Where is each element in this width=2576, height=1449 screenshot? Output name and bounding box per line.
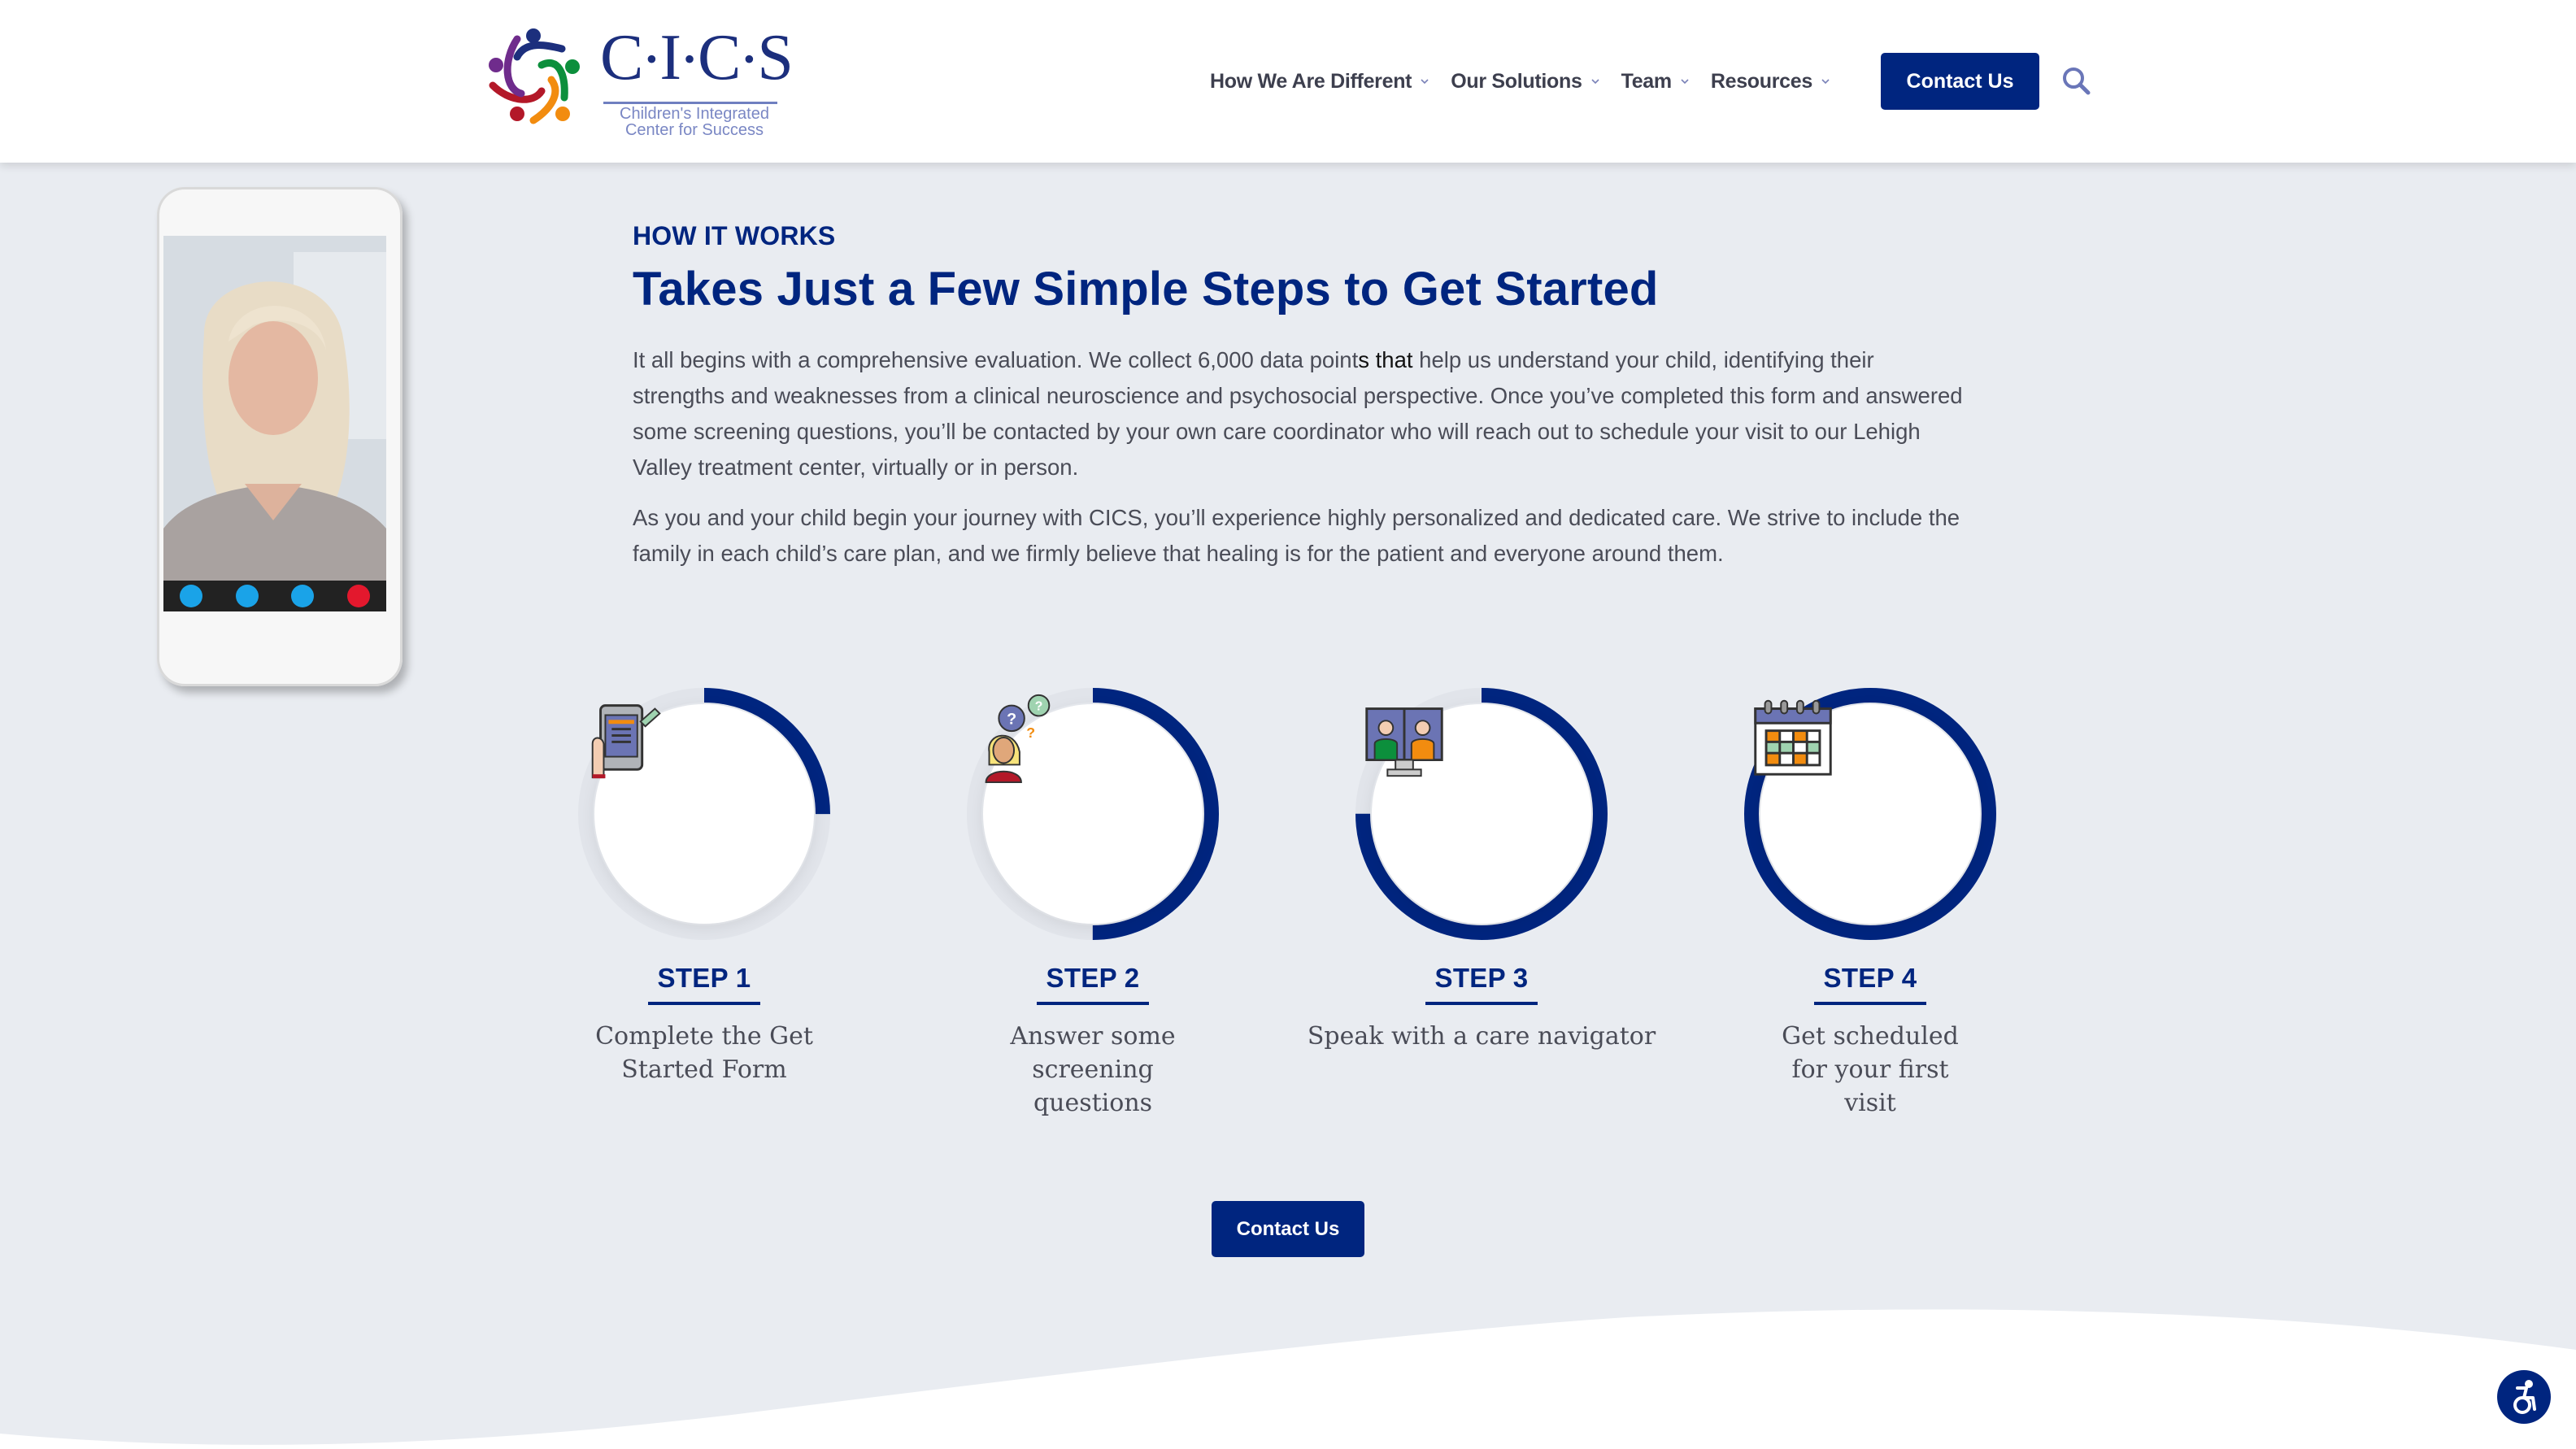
logo-wordmark: C•I•C•S	[600, 21, 794, 101]
logo-dot: •	[743, 40, 756, 77]
svg-text:?: ?	[1035, 700, 1043, 714]
video-call-monitor-icon	[1365, 707, 1443, 777]
paragraph-highlight: s that	[1358, 347, 1413, 372]
progress-ring	[1355, 688, 1608, 940]
step-label: STEP 3	[1425, 963, 1538, 1005]
step-description: Speak with a care navigator	[1307, 1022, 1656, 1051]
intro-paragraph-2: As you and your child begin your journey…	[633, 505, 1960, 566]
progress-ring: ???	[967, 688, 1219, 940]
step-description: Get scheduled for your first visit	[1782, 1022, 1959, 1117]
logo-dot: •	[646, 40, 659, 77]
progress-ring	[1744, 688, 1996, 940]
signal-icon	[235, 585, 259, 607]
step-description: Complete the Get Started Form	[595, 1022, 813, 1084]
step-label: STEP 2	[1036, 963, 1150, 1005]
step-4: STEP 4 Get scheduled for your first visi…	[1691, 688, 2049, 1120]
logo-letter: C	[600, 22, 645, 94]
main-nav: How We Are Different Our Solutions Team …	[1210, 53, 1852, 110]
chat-icon	[291, 585, 315, 607]
end-call-icon	[346, 585, 370, 607]
paragraph-text: It all begins with a comprehensive evalu…	[633, 347, 1359, 372]
step-1: STEP 1 Complete the Get Started Form	[525, 688, 883, 1086]
chevron-down-icon	[1591, 79, 1599, 85]
section-eyebrow: HOW IT WORKS	[633, 221, 836, 250]
calendar-icon	[1754, 699, 1832, 776]
logo-letter: S	[757, 22, 794, 94]
questions-person-icon: ???	[985, 694, 1051, 784]
logo-divider	[603, 102, 777, 104]
nav-item-our-solutions[interactable]: Our Solutions	[1451, 70, 1599, 94]
cics-logo[interactable]: C•I•C•S Children's Integrated Center for…	[485, 22, 794, 138]
video-icon	[180, 585, 203, 607]
contact-us-button[interactable]: Contact Us	[1212, 1201, 1364, 1257]
nav-label: Our Solutions	[1451, 69, 1582, 93]
logo-tagline: Children's Integrated Center for Success	[605, 106, 784, 138]
site-header: C•I•C•S Children's Integrated Center for…	[0, 0, 2576, 163]
logo-tagline-line: Children's Integrated	[620, 105, 769, 123]
step-2: ??? STEP 2 Answer some screening questio…	[914, 688, 1272, 1120]
logo-letter: C	[698, 22, 742, 94]
nav-label: Resources	[1710, 69, 1812, 93]
step-description: Answer some screening questions	[1010, 1022, 1176, 1117]
header-contact-button[interactable]: Contact Us	[1881, 53, 2039, 110]
phone-screen	[163, 236, 386, 611]
section-title: Takes Just a Few Simple Steps to Get Sta…	[633, 263, 1659, 315]
intro-paragraph-1: It all begins with a comprehensive evalu…	[633, 342, 1966, 485]
nav-label: How We Are Different	[1210, 69, 1412, 93]
search-icon[interactable]	[2060, 65, 2093, 98]
step-label: STEP 4	[1813, 963, 1927, 1005]
logo-mark-icon	[489, 28, 580, 124]
step-3: STEP 3 Speak with a care navigator	[1303, 688, 1660, 1053]
nav-item-resources[interactable]: Resources	[1711, 70, 1830, 94]
logo-letter: I	[659, 22, 683, 94]
progress-ring	[578, 688, 830, 940]
chevron-down-icon	[1681, 79, 1689, 85]
logo-dot: •	[684, 40, 697, 77]
tablet-form-icon	[591, 704, 661, 779]
bottom-wave-divider	[0, 1309, 2576, 1449]
step-label: STEP 1	[647, 963, 761, 1005]
svg-text:?: ?	[1007, 710, 1016, 728]
chevron-down-icon	[1421, 79, 1429, 85]
video-call-phone-image	[157, 187, 402, 686]
nav-item-how-we-are-different[interactable]: How We Are Different	[1210, 70, 1429, 94]
call-controls-bar	[163, 581, 386, 611]
logo-tagline-line: Center for Success	[624, 121, 764, 139]
svg-text:?: ?	[1026, 724, 1035, 741]
nav-item-team[interactable]: Team	[1621, 70, 1690, 94]
woman-portrait-image	[163, 236, 386, 611]
nav-label: Team	[1621, 69, 1673, 93]
chevron-down-icon	[1821, 79, 1830, 85]
accessibility-button[interactable]	[2497, 1370, 2551, 1424]
accessibility-icon	[2513, 1380, 2536, 1414]
